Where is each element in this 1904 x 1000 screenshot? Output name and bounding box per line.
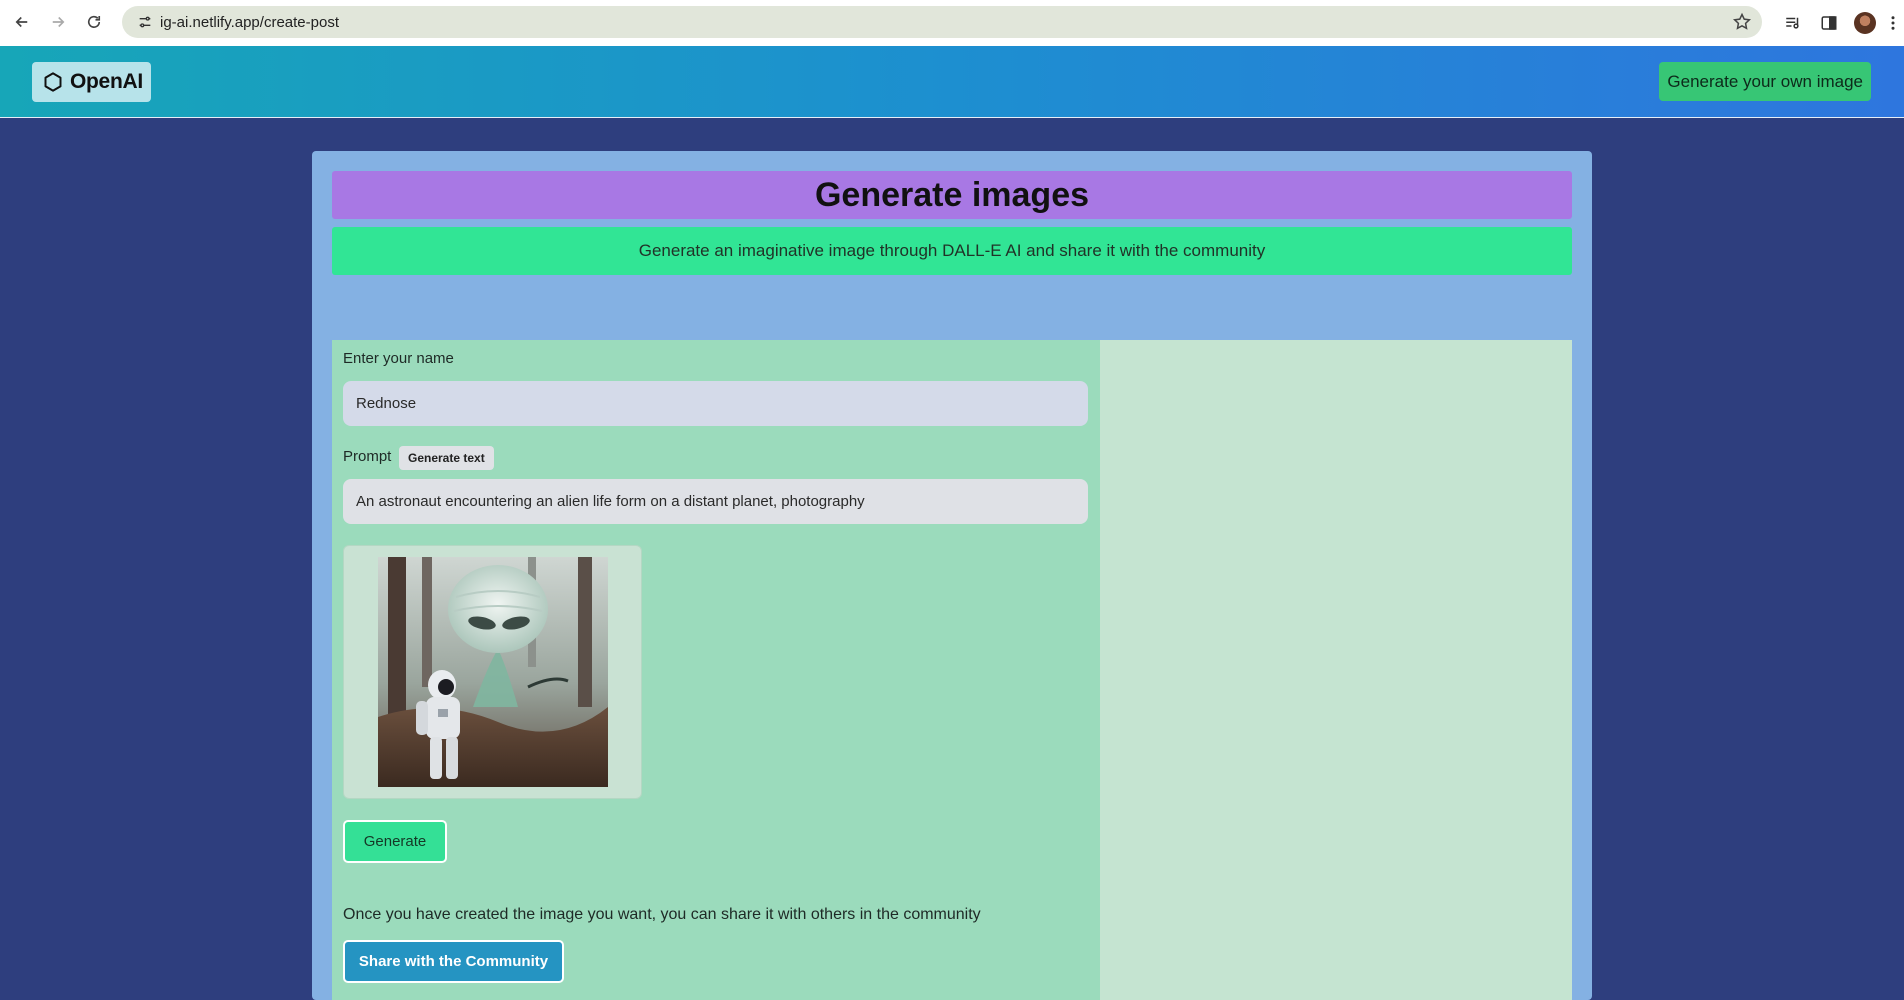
app-header: OpenAI Generate your own image (0, 46, 1904, 118)
side-panel-icon[interactable] (1814, 8, 1844, 38)
generate-button[interactable]: Generate (343, 820, 447, 863)
name-label: Enter your name (343, 350, 454, 367)
prompt-input[interactable] (343, 479, 1088, 524)
openai-logo-icon (44, 72, 62, 92)
logo[interactable]: OpenAI (32, 62, 151, 102)
logo-text: OpenAI (70, 70, 143, 93)
page-subtitle: Generate an imaginative image through DA… (638, 241, 1266, 260)
subtitle-banner: Generate an imaginative image through DA… (332, 227, 1572, 275)
preview-panel (1100, 340, 1572, 1000)
profile-avatar[interactable] (1850, 8, 1880, 38)
generate-own-image-button[interactable]: Generate your own image (1659, 62, 1871, 101)
url-text: ig-ai.netlify.app/create-post (160, 13, 339, 31)
share-with-community-button[interactable]: Share with the Community (343, 940, 564, 983)
media-controls-icon[interactable] (1778, 8, 1808, 38)
page-title: Generate images (814, 175, 1090, 214)
create-form: Enter your name Prompt Generate text (332, 340, 1100, 1000)
prompt-label: Prompt (343, 448, 392, 465)
create-post-panel: Generate images Generate an imaginative … (312, 151, 1592, 1000)
bookmark-star-icon[interactable] (1732, 12, 1752, 32)
title-banner: Generate images (332, 171, 1572, 219)
back-arrow-icon[interactable] (4, 4, 40, 40)
forward-arrow-icon[interactable] (40, 4, 76, 40)
browser-toolbar: ig-ai.netlify.app/create-post (0, 0, 1904, 46)
site-settings-icon[interactable] (130, 14, 160, 30)
share-note: Once you have created the image you want… (343, 906, 981, 923)
name-input[interactable] (343, 381, 1088, 426)
browser-actions (1778, 5, 1904, 41)
reload-icon[interactable] (76, 4, 112, 40)
generate-text-button[interactable]: Generate text (399, 446, 494, 470)
generated-image-frame (343, 545, 642, 799)
generated-image (378, 557, 608, 787)
more-menu-icon[interactable] (1886, 8, 1900, 38)
address-bar[interactable]: ig-ai.netlify.app/create-post (122, 6, 1762, 38)
